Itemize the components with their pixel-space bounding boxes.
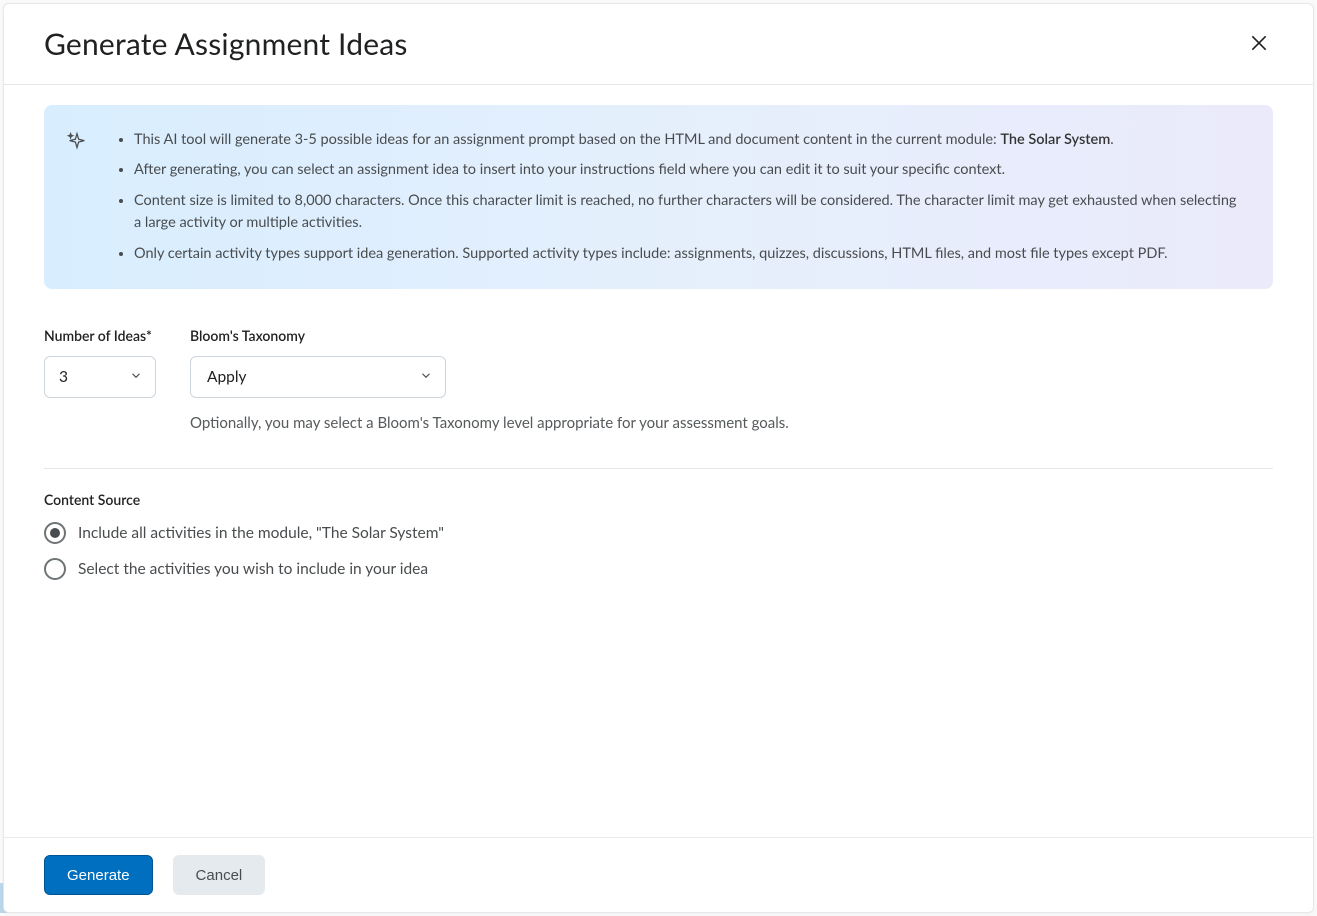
blooms-taxonomy-value: Apply bbox=[207, 368, 247, 386]
info-box: This AI tool will generate 3-5 possible … bbox=[44, 105, 1273, 289]
generate-ideas-dialog: Generate Assignment Ideas Th bbox=[3, 3, 1314, 913]
dialog-overlay: Generate Assignment Ideas Th bbox=[0, 0, 1317, 916]
chevron-down-icon bbox=[419, 368, 433, 387]
radio-icon bbox=[44, 522, 66, 544]
info-list: This AI tool will generate 3-5 possible … bbox=[116, 129, 1243, 265]
close-button[interactable] bbox=[1245, 30, 1273, 58]
divider bbox=[44, 468, 1273, 469]
blooms-taxonomy-help: Optionally, you may select a Bloom's Tax… bbox=[190, 414, 789, 432]
cancel-button[interactable]: Cancel bbox=[173, 855, 266, 895]
content-source-radio-group: Include all activities in the module, "T… bbox=[44, 522, 1273, 580]
blooms-taxonomy-select[interactable]: Apply bbox=[190, 356, 446, 398]
number-of-ideas-label: Number of Ideas* bbox=[44, 327, 156, 344]
info-line-2: After generating, you can select an assi… bbox=[134, 159, 1243, 181]
close-icon bbox=[1249, 33, 1269, 56]
radio-include-all[interactable]: Include all activities in the module, "T… bbox=[44, 522, 1273, 544]
form-row: Number of Ideas* 3 Bloom's Taxonomy Appl… bbox=[44, 327, 1273, 432]
info-line-1-bold: The Solar System bbox=[1000, 131, 1110, 148]
generate-button[interactable]: Generate bbox=[44, 855, 153, 895]
content-source-section: Content Source Include all activities in… bbox=[44, 491, 1273, 580]
radio-icon bbox=[44, 558, 66, 580]
radio-select-activities[interactable]: Select the activities you wish to includ… bbox=[44, 558, 1273, 580]
info-line-3: Content size is limited to 8,000 charact… bbox=[134, 190, 1243, 235]
chevron-down-icon bbox=[129, 368, 143, 387]
dialog-header: Generate Assignment Ideas bbox=[4, 4, 1313, 85]
info-line-1: This AI tool will generate 3-5 possible … bbox=[134, 129, 1243, 151]
content-source-label: Content Source bbox=[44, 491, 1273, 508]
blooms-taxonomy-label: Bloom's Taxonomy bbox=[190, 327, 789, 344]
number-of-ideas-select[interactable]: 3 bbox=[44, 356, 156, 398]
number-of-ideas-field: Number of Ideas* 3 bbox=[44, 327, 156, 398]
dialog-title: Generate Assignment Ideas bbox=[44, 26, 408, 62]
number-of-ideas-value: 3 bbox=[59, 368, 68, 386]
dialog-body: This AI tool will generate 3-5 possible … bbox=[4, 85, 1313, 837]
blooms-taxonomy-field: Bloom's Taxonomy Apply Optionally, you m… bbox=[190, 327, 789, 432]
info-line-4: Only certain activity types support idea… bbox=[134, 243, 1243, 265]
radio-select-activities-label: Select the activities you wish to includ… bbox=[78, 560, 428, 578]
info-line-1-pre: This AI tool will generate 3-5 possible … bbox=[134, 131, 1000, 148]
sparkle-icon bbox=[66, 131, 88, 160]
radio-include-all-label: Include all activities in the module, "T… bbox=[78, 524, 444, 542]
dialog-footer: Generate Cancel bbox=[4, 837, 1313, 912]
info-line-1-post: . bbox=[1110, 131, 1113, 148]
